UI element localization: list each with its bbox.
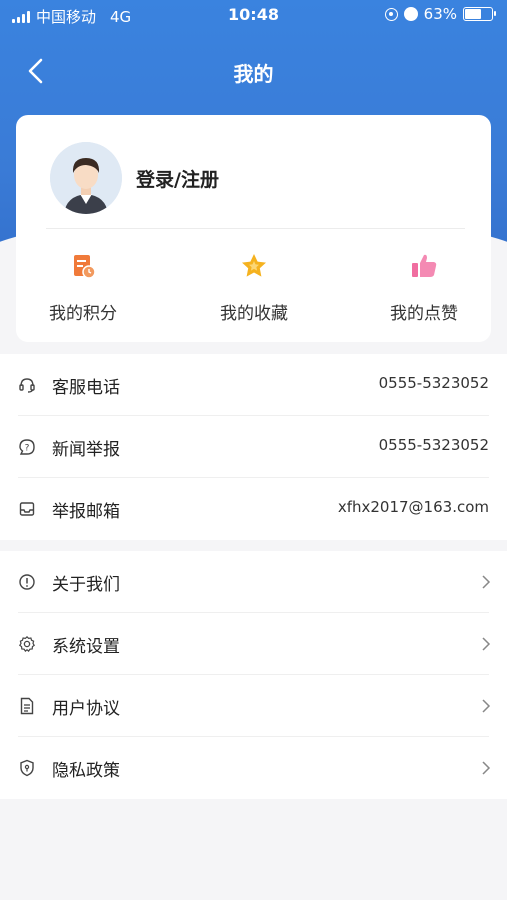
list-item-user-agreement[interactable]: 用户协议	[0, 675, 507, 737]
shield-icon	[20, 759, 34, 777]
list-item-label: 新闻举报	[52, 440, 120, 460]
star-icon	[242, 254, 266, 277]
list-item-label: 系统设置	[52, 637, 120, 657]
list-item-privacy-policy[interactable]: 隐私政策	[0, 737, 507, 799]
chevron-right-icon	[482, 575, 491, 589]
list-item-report-email[interactable]: 举报邮箱 xfhx2017@163.com	[0, 478, 507, 540]
list-item-value: 0555-5323052	[378, 436, 489, 454]
avatar[interactable]	[50, 142, 122, 214]
list-item-label: 关于我们	[52, 575, 120, 595]
list-item-label: 隐私政策	[52, 761, 120, 781]
profile-card: 登录/注册 我的积分 我的收藏 我的点赞	[16, 115, 491, 342]
quick-action-label: 我的收藏	[220, 304, 288, 324]
inbox-icon	[19, 502, 35, 516]
svg-text:?: ?	[25, 444, 30, 454]
quick-action-label: 我的点赞	[390, 304, 458, 324]
alarm-icon	[403, 7, 418, 21]
chevron-right-icon	[482, 699, 491, 713]
settings-list: 关于我们 系统设置 用户协议 隐私政策	[0, 551, 507, 799]
quick-action-likes[interactable]: 我的点赞	[369, 251, 479, 324]
gear-icon	[19, 635, 35, 652]
quick-action-label: 我的积分	[49, 304, 117, 324]
thumbs-up-icon	[412, 254, 437, 277]
chevron-right-icon	[482, 637, 491, 651]
points-icon	[74, 255, 96, 279]
chevron-left-icon	[28, 58, 43, 84]
chevron-right-icon	[482, 761, 491, 775]
document-icon	[20, 697, 34, 715]
list-item-label: 举报邮箱	[52, 502, 120, 522]
user-avatar-icon	[50, 142, 122, 214]
list-item-label: 客服电话	[52, 378, 120, 398]
nav-bar: 我的	[0, 50, 507, 94]
list-item-about-us[interactable]: 关于我们	[0, 551, 507, 613]
list-item-news-report[interactable]: ? 新闻举报 0555-5323052	[0, 416, 507, 478]
login-register-link[interactable]: 登录/注册	[136, 165, 219, 192]
list-item-system-settings[interactable]: 系统设置	[0, 613, 507, 675]
back-button[interactable]	[22, 56, 52, 86]
list-item-value: xfhx2017@163.com	[337, 498, 489, 516]
question-bubble-icon: ?	[19, 439, 35, 455]
divider	[46, 228, 465, 229]
status-bar: 中国移动 4G 10:48 63%	[0, 0, 507, 30]
info-icon	[19, 574, 35, 590]
battery-icon	[463, 7, 496, 21]
quick-action-favorites[interactable]: 我的收藏	[199, 251, 309, 324]
list-item-customer-service[interactable]: 客服电话 0555-5323052	[0, 354, 507, 416]
quick-action-points[interactable]: 我的积分	[28, 251, 138, 324]
list-item-value: 0555-5323052	[378, 374, 489, 392]
page-title: 我的	[233, 62, 274, 86]
headset-icon	[19, 378, 35, 393]
contact-list: 客服电话 0555-5323052 ? 新闻举报 0555-5323052 举报…	[0, 354, 507, 540]
orientation-lock-icon	[384, 7, 398, 21]
list-item-label: 用户协议	[52, 699, 120, 719]
battery-percent: 63%	[423, 5, 457, 23]
